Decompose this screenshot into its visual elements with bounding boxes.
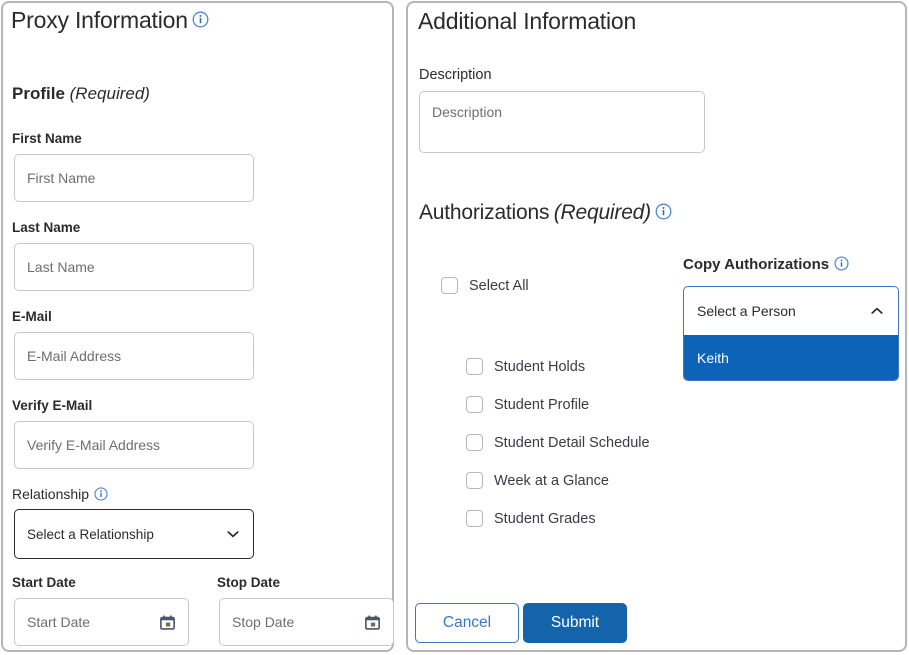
calendar-icon[interactable]	[159, 614, 176, 631]
select-all-checkbox-row[interactable]: Select All	[441, 277, 529, 294]
cancel-button-label: Cancel	[443, 614, 491, 632]
info-icon[interactable]	[192, 11, 209, 28]
list-item[interactable]: Student Grades	[466, 510, 596, 527]
relationship-label-row: Relationship	[12, 486, 108, 504]
verify-email-input[interactable]: Verify E-Mail Address	[14, 421, 254, 469]
copy-authorizations-label-row: Copy Authorizations	[683, 256, 849, 274]
authorization-label: Week at a Glance	[494, 473, 609, 489]
email-label: E-Mail	[12, 310, 52, 324]
description-placeholder: Description	[432, 104, 502, 120]
authorizations-section-heading: Authorizations (Required)	[419, 202, 672, 223]
checkbox-select-all[interactable]	[441, 277, 458, 294]
stop-date-placeholder: Stop Date	[232, 614, 294, 630]
calendar-icon[interactable]	[364, 614, 381, 631]
stop-date-input[interactable]: Stop Date	[219, 598, 394, 646]
start-date-placeholder: Start Date	[27, 614, 90, 630]
email-input[interactable]: E-Mail Address	[14, 332, 254, 380]
email-placeholder: E-Mail Address	[27, 348, 121, 364]
additional-information-title: Additional Information	[418, 10, 636, 33]
copy-authorizations-label: Copy Authorizations	[683, 256, 829, 273]
last-name-placeholder: Last Name	[27, 259, 95, 275]
list-item[interactable]: Student Holds	[466, 358, 585, 375]
info-icon[interactable]	[655, 203, 672, 220]
chevron-down-icon	[225, 526, 241, 542]
list-item[interactable]: Student Profile	[466, 396, 589, 413]
submit-button[interactable]: Submit	[523, 603, 627, 643]
stop-date-label: Stop Date	[217, 576, 280, 590]
profile-required-note: (Required)	[70, 84, 150, 103]
verify-email-placeholder: Verify E-Mail Address	[27, 437, 160, 453]
start-date-input[interactable]: Start Date	[14, 598, 189, 646]
first-name-placeholder: First Name	[27, 170, 95, 186]
last-name-input[interactable]: Last Name	[14, 243, 254, 291]
start-date-label: Start Date	[12, 576, 76, 590]
first-name-input[interactable]: First Name	[14, 154, 254, 202]
copy-authorizations-selected-value: Select a Person	[697, 303, 796, 319]
dropdown-option-label: Keith	[697, 350, 729, 366]
checkbox-student-profile[interactable]	[466, 396, 483, 413]
cancel-button[interactable]: Cancel	[415, 603, 519, 643]
authorizations-heading-text: Authorizations	[419, 202, 549, 223]
page-title-row: Proxy Information	[11, 9, 209, 32]
relationship-selected-value: Select a Relationship	[27, 527, 154, 542]
description-label: Description	[419, 68, 492, 83]
profile-section-heading: Profile (Required)	[12, 85, 150, 102]
verify-email-label: Verify E-Mail	[12, 399, 92, 413]
copy-authorizations-dropdown[interactable]: Select a Person Keith	[683, 286, 899, 381]
relationship-select[interactable]: Select a Relationship	[14, 509, 254, 559]
authorization-label: Student Grades	[494, 511, 596, 527]
list-item[interactable]: Student Detail Schedule	[466, 434, 650, 451]
proxy-information-panel: Proxy Information Profile (Required) Fir…	[1, 1, 394, 652]
authorization-label: Student Profile	[494, 397, 589, 413]
page-title: Proxy Information	[11, 9, 188, 32]
last-name-label: Last Name	[12, 221, 80, 235]
authorizations-required-note: (Required)	[554, 202, 651, 223]
select-all-label: Select All	[469, 278, 529, 294]
authorization-label: Student Holds	[494, 359, 585, 375]
authorization-label: Student Detail Schedule	[494, 435, 650, 451]
checkbox-student-detail-schedule[interactable]	[466, 434, 483, 451]
profile-heading-text: Profile	[12, 84, 65, 103]
list-item[interactable]: Week at a Glance	[466, 472, 609, 489]
checkbox-student-holds[interactable]	[466, 358, 483, 375]
description-textarea[interactable]: Description	[419, 91, 705, 153]
info-icon[interactable]	[834, 256, 849, 271]
chevron-up-icon[interactable]	[869, 303, 885, 319]
checkbox-student-grades[interactable]	[466, 510, 483, 527]
submit-button-label: Submit	[551, 614, 599, 632]
info-icon[interactable]	[94, 487, 108, 501]
dropdown-option-keith[interactable]: Keith	[684, 335, 898, 380]
relationship-label: Relationship	[12, 486, 89, 502]
checkbox-week-at-a-glance[interactable]	[466, 472, 483, 489]
copy-authorizations-selected[interactable]: Select a Person	[684, 287, 898, 335]
first-name-label: First Name	[12, 132, 82, 146]
